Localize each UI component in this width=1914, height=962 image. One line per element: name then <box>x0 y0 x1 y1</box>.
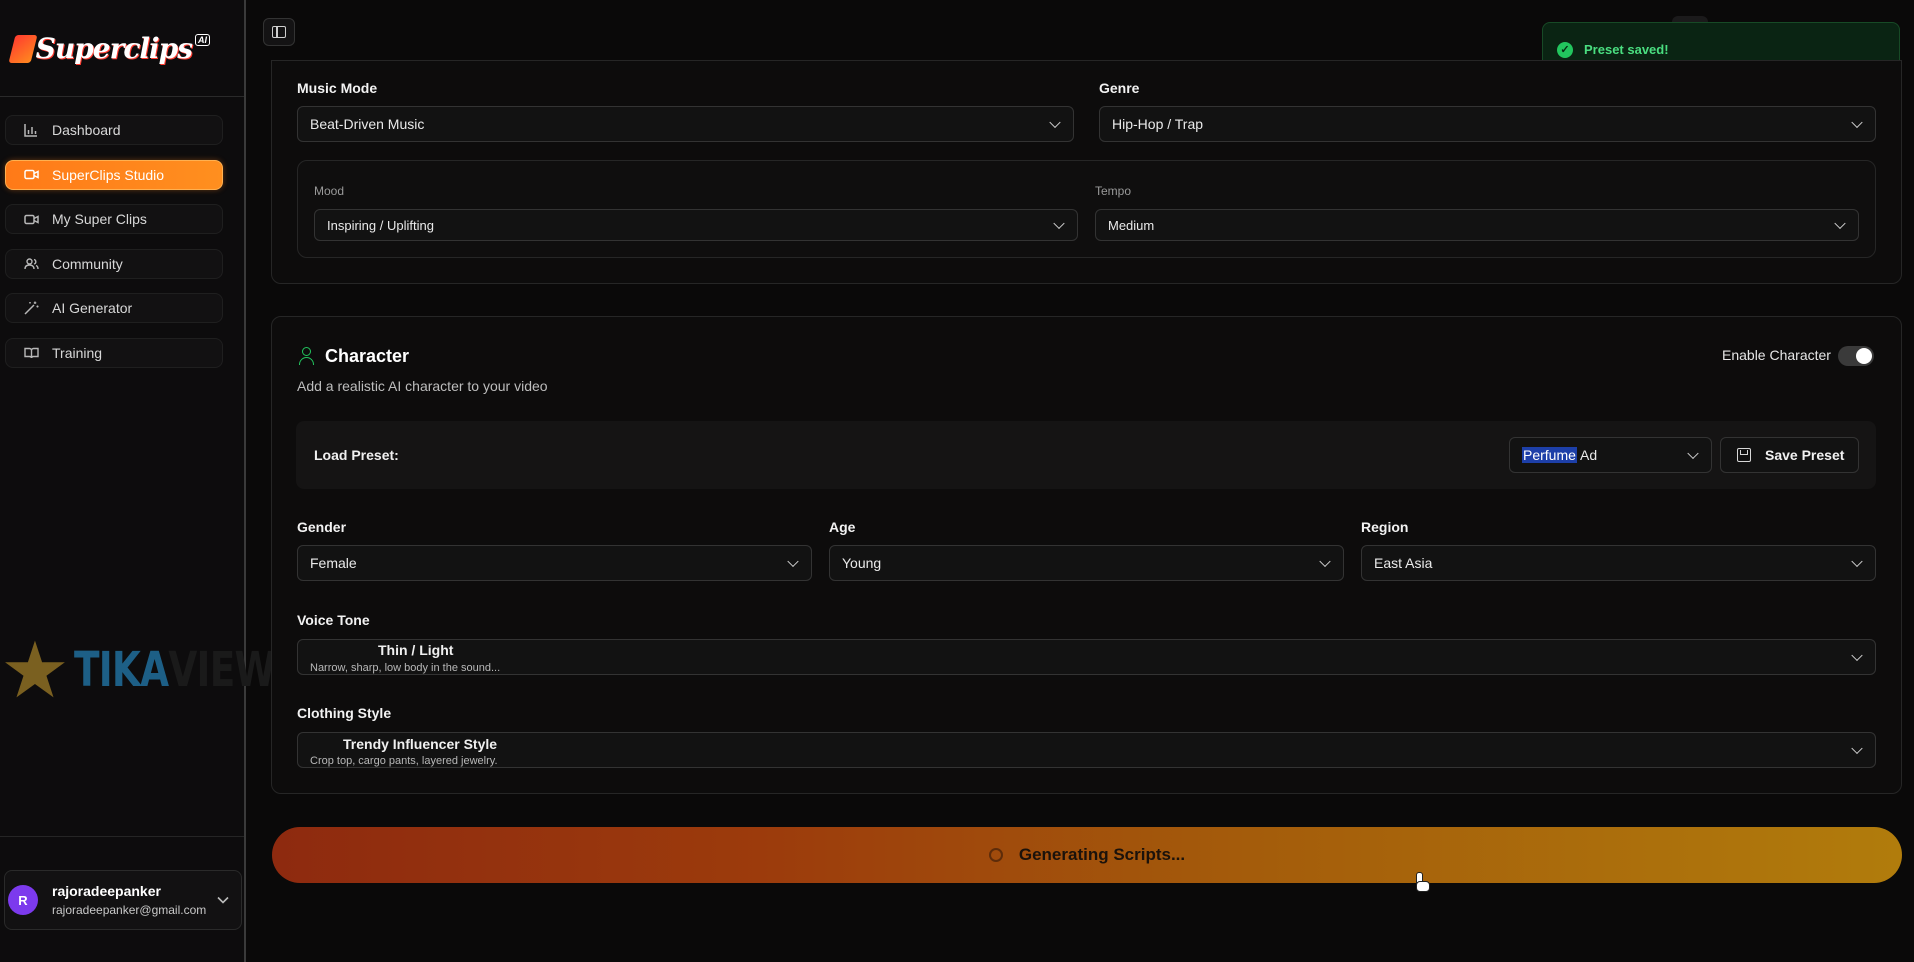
star-icon: ★ <box>0 626 70 714</box>
chevron-down-icon <box>1319 555 1331 568</box>
sidebar-item-community[interactable]: Community <box>5 248 223 279</box>
sidebar-item-label: My Super Clips <box>52 211 147 227</box>
chevron-down-icon <box>1687 447 1699 460</box>
voice-tone-value: Thin / Light <box>378 642 454 658</box>
sidebar-item-label: Dashboard <box>52 122 121 138</box>
sidebar-item-label: AI Generator <box>52 300 133 316</box>
user-name: rajoradeepanker <box>52 883 161 899</box>
tempo-value: Medium <box>1108 217 1155 233</box>
age-select[interactable]: Young <box>829 545 1344 581</box>
music-mode-label: Music Mode <box>297 80 378 96</box>
user-menu[interactable]: R rajoradeepanker rajoradeepanker@gmail.… <box>4 870 242 930</box>
sidebar-item-dashboard[interactable]: Dashboard <box>5 115 223 145</box>
gender-value: Female <box>310 555 357 571</box>
character-description: Add a realistic AI character to your vid… <box>297 378 548 394</box>
video-camera-icon <box>22 212 40 226</box>
voice-tone-description: Narrow, sharp, low body in the sound... <box>310 662 501 674</box>
voice-tone-label: Voice Tone <box>297 612 370 628</box>
voice-tone-select[interactable]: Thin / Light Narrow, sharp, low body in … <box>297 639 1876 675</box>
book-open-icon <box>22 346 40 360</box>
save-preset-button[interactable]: Save Preset <box>1720 437 1859 473</box>
sidebar-item-my-super-clips[interactable]: My Super Clips <box>5 204 223 234</box>
genre-label: Genre <box>1099 80 1140 96</box>
gender-label: Gender <box>297 519 347 535</box>
sidebar-item-training[interactable]: Training <box>5 337 223 368</box>
gender-select[interactable]: Female <box>297 545 812 581</box>
region-select[interactable]: East Asia <box>1361 545 1876 581</box>
divider <box>0 96 244 97</box>
sidebar-toggle-button[interactable] <box>263 18 295 46</box>
age-label: Age <box>829 519 856 535</box>
check-circle-icon: ✓ <box>1557 41 1573 58</box>
clothing-style-value: Trendy Influencer Style <box>343 736 498 752</box>
sidebar: Superclips AI Dashboard SuperClips Studi… <box>0 0 246 962</box>
mood-value: Inspiring / Uplifting <box>327 217 434 233</box>
spinner-icon <box>988 848 1003 862</box>
mood-select[interactable]: Inspiring / Uplifting <box>314 209 1078 241</box>
brand-name: Superclips <box>35 31 193 65</box>
hand-pointer-icon <box>1414 872 1430 894</box>
generate-label: Generating Scripts... <box>1018 845 1186 864</box>
chevron-down-icon <box>217 891 229 907</box>
tempo-select[interactable]: Medium <box>1095 209 1859 241</box>
tempo-label: Tempo <box>1095 184 1132 198</box>
enable-character-toggle[interactable] <box>1838 346 1874 366</box>
enable-character-label: Enable Character <box>1722 347 1831 363</box>
region-value: East Asia <box>1374 555 1433 571</box>
preset-select[interactable]: Perfume Ad <box>1509 437 1712 473</box>
music-mode-value: Beat-Driven Music <box>310 116 425 132</box>
video-camera-icon <box>22 168 40 182</box>
watermark-text: TIKAVIEW <box>73 642 276 698</box>
clothing-style-description: Crop top, cargo pants, layered jewelry. <box>310 755 498 767</box>
brand-logo[interactable]: Superclips AI <box>10 20 210 76</box>
clothing-style-label: Clothing Style <box>297 705 392 721</box>
chevron-down-icon <box>1834 217 1846 230</box>
watermark: ★ TIKAVIEW <box>0 630 290 710</box>
age-value: Young <box>842 555 882 571</box>
character-title: Character <box>325 346 410 366</box>
toggle-knob <box>1856 348 1872 364</box>
chevron-down-icon <box>787 555 799 568</box>
load-preset-label: Load Preset: <box>314 447 399 463</box>
sidebar-item-ai-generator[interactable]: AI Generator <box>5 293 223 323</box>
save-preset-label: Save Preset <box>1765 447 1845 463</box>
user-icon <box>298 346 316 366</box>
sidebar-item-label: Community <box>52 255 123 272</box>
mood-label: Mood <box>314 184 345 198</box>
chevron-down-icon <box>1851 742 1863 755</box>
region-label: Region <box>1361 519 1409 535</box>
preset-value: Perfume Ad <box>1522 447 1598 463</box>
chevron-down-icon <box>1049 116 1061 129</box>
save-icon <box>1737 448 1751 462</box>
avatar: R <box>8 885 38 915</box>
user-info: rajoradeepanker rajoradeepanker@gmail.co… <box>52 883 206 917</box>
panel-left-icon <box>272 26 286 38</box>
divider <box>0 836 244 837</box>
generate-scripts-button[interactable]: Generating Scripts... <box>272 827 1902 883</box>
chevron-down-icon <box>1851 116 1863 129</box>
sidebar-item-label: Training <box>52 344 103 361</box>
magic-wand-icon <box>22 301 40 315</box>
users-icon <box>22 257 40 271</box>
clothing-style-select[interactable]: Trendy Influencer Style Crop top, cargo … <box>297 732 1876 768</box>
clapperboard-icon <box>10 31 34 65</box>
sidebar-item-superclips-studio[interactable]: SuperClips Studio <box>5 159 223 190</box>
toast-text: Preset saved! <box>1584 42 1669 57</box>
preset-bar: Load Preset: Perfume Ad Save Preset <box>296 421 1876 489</box>
user-email: rajoradeepanker@gmail.com <box>52 903 207 917</box>
genre-value: Hip-Hop / Trap <box>1112 116 1204 132</box>
genre-select[interactable]: Hip-Hop / Trap <box>1099 106 1876 142</box>
bar-chart-icon <box>22 123 40 137</box>
chevron-down-icon <box>1851 649 1863 662</box>
music-mode-select[interactable]: Beat-Driven Music <box>297 106 1074 142</box>
chevron-down-icon <box>1053 217 1065 230</box>
sidebar-nav: Dashboard SuperClips Studio My Super Cli… <box>5 115 223 382</box>
sidebar-item-label: SuperClips Studio <box>52 166 165 183</box>
brand-ai-badge: AI <box>195 34 210 46</box>
chevron-down-icon <box>1851 555 1863 568</box>
